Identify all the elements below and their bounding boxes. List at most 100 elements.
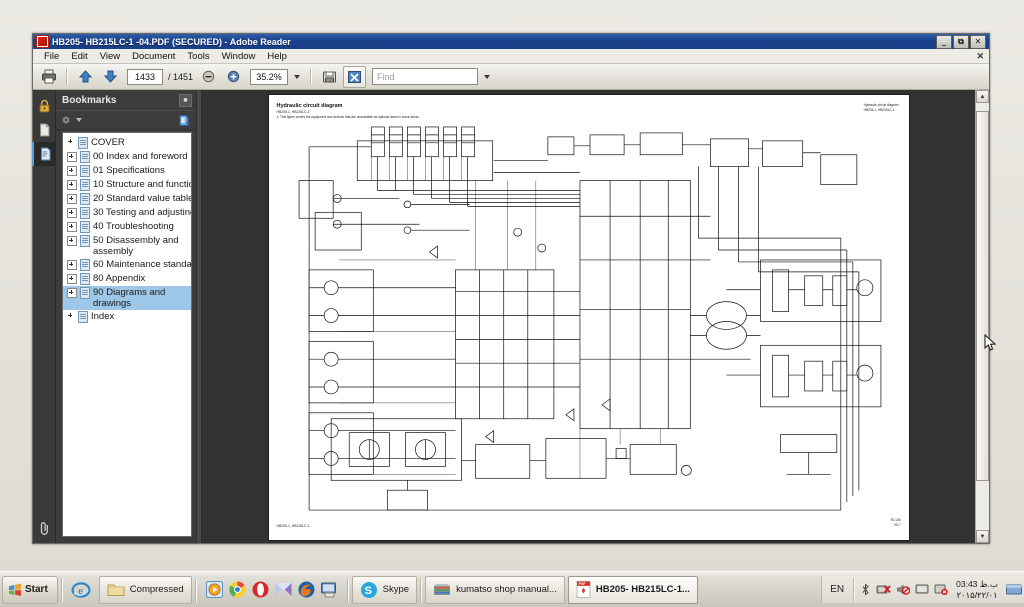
- system-tray: EN 03:43 ب.ظ ۲۰۱۵/۲۲/۰۱: [821, 576, 1024, 603]
- bookmark-item-specifications[interactable]: 01 Specifications: [63, 164, 191, 178]
- volume-muted-icon[interactable]: [896, 583, 911, 596]
- security-alert-icon[interactable]: [934, 583, 948, 596]
- clock[interactable]: 03:43 ب.ظ ۲۰۱۵/۲۲/۰۱: [953, 579, 1001, 601]
- bookmark-page-icon: [80, 287, 90, 299]
- clock-date: ۲۰۱۵/۲۲/۰۱: [956, 589, 998, 600]
- bookmark-label: 60 Maintenance standard: [93, 259, 191, 270]
- expand-icon[interactable]: [67, 274, 77, 284]
- expand-icon[interactable]: [67, 194, 77, 204]
- fit-page-button[interactable]: [343, 65, 367, 88]
- bookmark-item-structure-function[interactable]: 10 Structure and function: [63, 178, 191, 192]
- app-body: Bookmarks ■ COVER 00 Index and foreword …: [32, 90, 989, 543]
- taskbar-window-adobe-reader[interactable]: PDF HB205- HB215LC-1...: [567, 575, 698, 604]
- bookmark-item-cover[interactable]: COVER: [63, 136, 191, 150]
- pdf-page: Hydraulic circuit diagram HB205-1, HB215…: [268, 95, 909, 540]
- bookmark-item-index-foreword[interactable]: 00 Index and foreword: [63, 150, 191, 164]
- page-number-input[interactable]: 1433: [127, 68, 163, 85]
- screen-capture-icon[interactable]: [320, 580, 339, 599]
- navigation-rail: [32, 90, 56, 543]
- restore-icon: ⧉: [958, 36, 964, 46]
- menu-item-help[interactable]: Help: [261, 50, 293, 63]
- page-thumbnails-icon[interactable]: [33, 118, 55, 142]
- bookmark-item-diagrams-drawings[interactable]: 90 Diagrams and drawings: [63, 286, 191, 310]
- expand-icon[interactable]: [67, 166, 77, 176]
- media-player-icon[interactable]: [205, 580, 224, 599]
- language-indicator[interactable]: EN: [826, 584, 848, 595]
- expand-icon[interactable]: [67, 208, 77, 218]
- minimize-button[interactable]: _: [936, 34, 952, 49]
- expand-icon[interactable]: [67, 222, 77, 232]
- messenger-icon[interactable]: [274, 580, 293, 599]
- scrollbar-track[interactable]: [976, 103, 989, 530]
- start-button[interactable]: Start: [2, 575, 58, 604]
- firefox-icon[interactable]: [297, 580, 316, 599]
- bookmark-item-appendix[interactable]: 80 Appendix: [63, 272, 191, 286]
- show-desktop-icon[interactable]: [1006, 584, 1022, 596]
- vertical-scrollbar[interactable]: ▲ ▼: [975, 90, 989, 543]
- new-bookmark-icon[interactable]: [178, 114, 191, 127]
- display-icon[interactable]: [915, 583, 929, 596]
- zoom-in-button[interactable]: [222, 66, 245, 88]
- options-menu-icon[interactable]: [61, 114, 73, 126]
- menu-item-document[interactable]: Document: [126, 50, 181, 63]
- skype-item[interactable]: S Skype: [351, 575, 418, 604]
- bookmarks-icon[interactable]: [32, 142, 56, 166]
- internet-explorer-icon[interactable]: e: [71, 580, 91, 600]
- compressed-folder-item[interactable]: Compressed: [98, 575, 192, 604]
- panel-expand-icon[interactable]: ■: [179, 93, 192, 107]
- bookmark-item-index[interactable]: Index: [63, 310, 191, 324]
- bluetooth-icon[interactable]: [860, 583, 871, 596]
- restore-button[interactable]: ⧉: [953, 34, 969, 49]
- save-button[interactable]: [318, 66, 341, 88]
- menu-item-tools[interactable]: Tools: [181, 50, 215, 63]
- find-chevron-down-icon[interactable]: [484, 74, 491, 79]
- options-chevron-down-icon[interactable]: [76, 118, 82, 122]
- menu-item-view[interactable]: View: [94, 50, 126, 63]
- scrollbar-thumb[interactable]: [976, 111, 989, 481]
- print-button[interactable]: [37, 66, 60, 88]
- bookmark-item-testing-adjusting[interactable]: 30 Testing and adjusting: [63, 206, 191, 220]
- zoom-level-input[interactable]: 35.2%: [250, 68, 289, 85]
- bookmark-page-icon: [78, 137, 88, 149]
- bookmark-page-icon: [80, 179, 90, 191]
- close-button[interactable]: ✕: [970, 34, 986, 49]
- mouse-cursor: [984, 334, 996, 351]
- bookmark-label: 50 Disassembly and assembly: [93, 235, 179, 257]
- security-lock-icon[interactable]: [33, 94, 55, 118]
- previous-page-button[interactable]: [74, 66, 97, 88]
- expand-icon[interactable]: [67, 236, 77, 246]
- opera-icon[interactable]: [251, 580, 270, 599]
- page-subtitle: HB205-1, HB215LC-1: [276, 110, 310, 114]
- menu-item-edit[interactable]: Edit: [65, 50, 93, 63]
- network-disconnected-icon[interactable]: [876, 583, 891, 596]
- bookmark-page-icon: [80, 165, 90, 177]
- close-document-button[interactable]: ✕: [976, 51, 984, 62]
- zoom-out-button[interactable]: [197, 66, 220, 88]
- adobe-reader-window: HB205- HB215LC-1 -04.PDF (SECURED) - Ado…: [32, 33, 990, 544]
- document-view[interactable]: Hydraulic circuit diagram HB205-1, HB215…: [202, 90, 975, 543]
- expand-icon[interactable]: [67, 260, 77, 270]
- scroll-down-icon: ▼: [979, 533, 986, 540]
- taskbar-window-winrar[interactable]: kumatso shop manual...: [425, 575, 565, 604]
- desktop: HB205- HB215LC-1 -04.PDF (SECURED) - Ado…: [0, 0, 1024, 607]
- expand-icon[interactable]: [67, 180, 77, 190]
- chevron-down-icon[interactable]: [294, 74, 301, 79]
- bookmarks-list[interactable]: COVER 00 Index and foreword 01 Specifica…: [62, 132, 192, 537]
- scroll-up-button[interactable]: ▲: [976, 90, 989, 103]
- expand-icon[interactable]: [67, 152, 77, 162]
- next-page-button[interactable]: [99, 66, 122, 88]
- scroll-down-button[interactable]: ▼: [976, 530, 989, 543]
- bookmark-item-troubleshooting[interactable]: 40 Troubleshooting: [63, 220, 191, 234]
- menu-item-file[interactable]: File: [38, 50, 65, 63]
- expand-icon[interactable]: [67, 288, 77, 298]
- menu-item-window[interactable]: Window: [216, 50, 262, 63]
- pdf-icon: PDF: [576, 581, 591, 598]
- search-input[interactable]: Find: [372, 68, 479, 85]
- paperclip-icon[interactable]: [33, 519, 55, 543]
- chrome-icon[interactable]: [228, 580, 247, 599]
- menu-bar: File Edit View Document Tools Window Hel…: [33, 49, 989, 64]
- bookmark-item-disassembly-assembly[interactable]: 50 Disassembly and assembly: [63, 234, 191, 258]
- bookmark-item-standard-value-table[interactable]: 20 Standard value table: [63, 192, 191, 206]
- bookmark-item-maintenance-standard[interactable]: 60 Maintenance standard: [63, 258, 191, 272]
- pdf-icon: [36, 35, 49, 48]
